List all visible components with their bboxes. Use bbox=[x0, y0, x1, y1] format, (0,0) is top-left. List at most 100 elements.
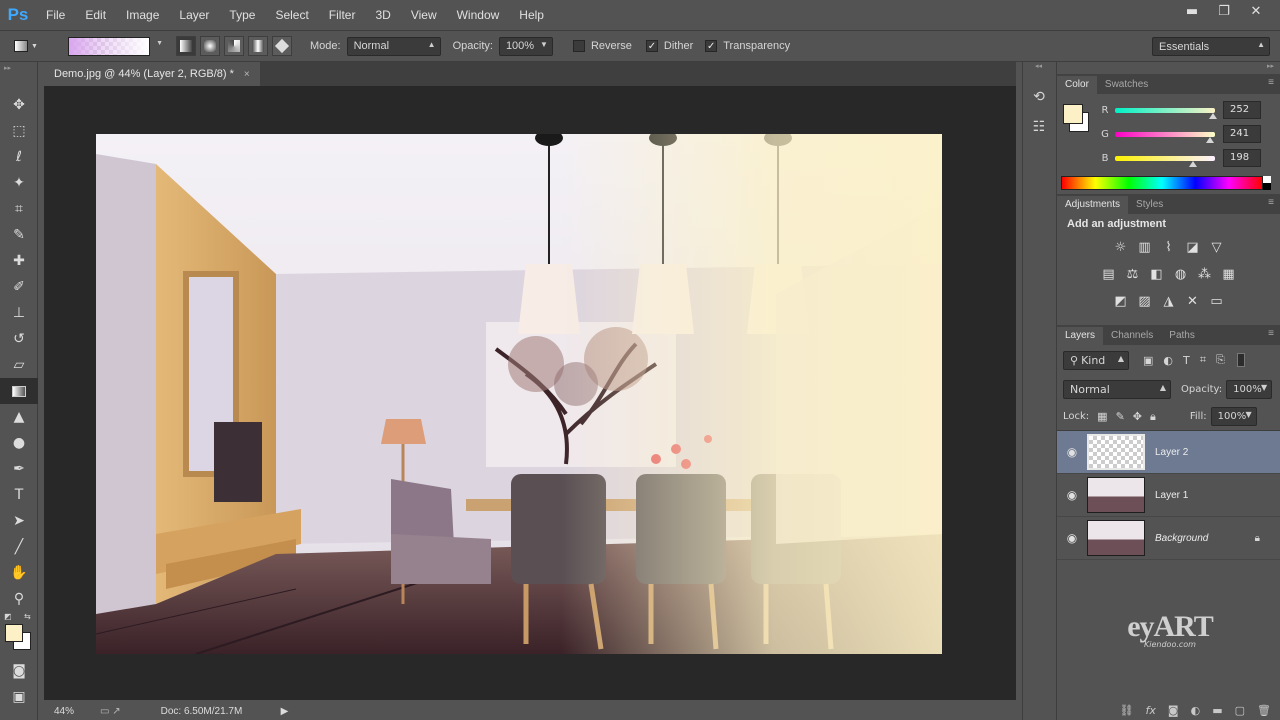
close-tab-icon[interactable]: × bbox=[244, 69, 250, 80]
invert-icon[interactable]: ◩ bbox=[1112, 293, 1130, 311]
blend-mode-dropdown[interactable]: Normal ▲ bbox=[1063, 379, 1171, 399]
tab-swatches[interactable]: Swatches bbox=[1097, 76, 1156, 94]
toolbar-collapse-icon[interactable]: ▸▸ bbox=[0, 62, 37, 92]
filter-smart-object-icon[interactable]: ⎘ bbox=[1216, 353, 1225, 367]
diamond-gradient-button[interactable] bbox=[272, 36, 292, 56]
gradient-picker[interactable]: ▼ bbox=[68, 36, 163, 56]
tab-paths[interactable]: Paths bbox=[1161, 327, 1203, 345]
red-value[interactable]: 252 bbox=[1223, 101, 1261, 119]
screen-mode-icon[interactable]: ▣ bbox=[0, 684, 38, 710]
fill-field[interactable]: 100% ▼ bbox=[1210, 407, 1257, 426]
color-lookup-icon[interactable]: ▦ bbox=[1220, 266, 1238, 284]
opacity-field[interactable]: 100% ▼ bbox=[498, 36, 553, 56]
reflected-gradient-button[interactable] bbox=[248, 36, 268, 56]
lock-all-icon[interactable]: 🔒︎ bbox=[1150, 410, 1156, 424]
type-tool-icon[interactable]: T bbox=[0, 482, 38, 508]
filter-pixel-icon[interactable]: ▣ bbox=[1143, 354, 1153, 367]
default-colors-icon[interactable]: ◩ bbox=[4, 612, 12, 621]
layer-name[interactable]: Background bbox=[1155, 533, 1208, 544]
lock-image-icon[interactable]: ✎ bbox=[1116, 410, 1125, 423]
canvas-area[interactable] bbox=[44, 86, 1016, 700]
healing-brush-tool-icon[interactable]: ✚ bbox=[0, 248, 38, 274]
tab-color[interactable]: Color bbox=[1057, 76, 1097, 94]
new-group-icon[interactable]: ▬ bbox=[1212, 704, 1222, 717]
swap-colors-icon[interactable]: ⇆ bbox=[24, 612, 31, 621]
hand-tool-icon[interactable]: ✋ bbox=[0, 560, 38, 586]
layer-row-background[interactable]: ◉ Background 🔒︎ bbox=[1057, 517, 1280, 560]
dither-checkbox[interactable]: ✓ bbox=[645, 40, 658, 52]
hue-saturation-icon[interactable]: ▤ bbox=[1100, 266, 1118, 284]
kind-filter-dropdown[interactable]: ⚲ Kind ▲ bbox=[1063, 350, 1129, 370]
visibility-eye-icon[interactable]: ◉ bbox=[1057, 488, 1087, 502]
filter-shape-icon[interactable]: ⌗ bbox=[1200, 353, 1206, 367]
blue-slider-thumb[interactable] bbox=[1189, 160, 1197, 167]
green-slider[interactable] bbox=[1115, 131, 1215, 143]
filter-type-icon[interactable]: T bbox=[1183, 354, 1190, 367]
linear-gradient-button[interactable] bbox=[176, 36, 196, 56]
menu-window[interactable]: Window bbox=[447, 0, 510, 30]
panels-collapse-icon[interactable]: ▸▸ bbox=[1057, 62, 1280, 74]
blur-tool-icon[interactable]: ▲ bbox=[0, 404, 38, 430]
pen-tool-icon[interactable]: ✒ bbox=[0, 456, 38, 482]
exposure-icon[interactable]: ◪ bbox=[1184, 239, 1202, 257]
black-white-icon[interactable]: ◧ bbox=[1148, 266, 1166, 284]
eraser-tool-icon[interactable]: ▱ bbox=[0, 352, 38, 378]
menu-layer[interactable]: Layer bbox=[169, 0, 219, 30]
add-mask-icon[interactable]: ◙ bbox=[1168, 704, 1179, 717]
new-adjustment-layer-icon[interactable]: ◐ bbox=[1191, 704, 1201, 717]
marquee-tool-icon[interactable]: ⬚ bbox=[0, 118, 38, 144]
zoom-level[interactable]: 44% bbox=[54, 706, 94, 717]
workspace-dropdown[interactable]: Essentials ▲ bbox=[1152, 37, 1270, 56]
spectrum-white-black[interactable] bbox=[1263, 176, 1271, 190]
filter-adjustment-icon[interactable]: ◐ bbox=[1163, 354, 1173, 367]
color-swatches[interactable]: ◩ ⇆ bbox=[0, 612, 37, 652]
menu-type[interactable]: Type bbox=[219, 0, 265, 30]
layer-style-fx-icon[interactable]: fx bbox=[1146, 704, 1156, 717]
panel-foreground-swatch[interactable] bbox=[1063, 104, 1083, 124]
restore-button[interactable]: ❐ bbox=[1208, 0, 1240, 22]
red-slider[interactable] bbox=[1115, 107, 1217, 119]
radial-gradient-button[interactable] bbox=[200, 36, 220, 56]
blue-slider[interactable] bbox=[1115, 155, 1215, 167]
zoom-tool-icon[interactable]: ⚲ bbox=[0, 586, 38, 612]
magic-wand-tool-icon[interactable]: ✦ bbox=[0, 170, 38, 196]
color-balance-icon[interactable]: ⚖ bbox=[1124, 266, 1142, 284]
layer-opacity-field[interactable]: 100% ▼ bbox=[1226, 379, 1273, 399]
lock-transparent-icon[interactable]: ▦ bbox=[1097, 410, 1107, 423]
brightness-contrast-icon[interactable]: ☼ bbox=[1112, 239, 1130, 257]
blue-value[interactable]: 198 bbox=[1223, 149, 1261, 167]
tab-styles[interactable]: Styles bbox=[1128, 196, 1171, 214]
menu-view[interactable]: View bbox=[401, 0, 447, 30]
tab-channels[interactable]: Channels bbox=[1103, 327, 1161, 345]
transparency-checkbox[interactable]: ✓ bbox=[705, 40, 718, 52]
menu-3d[interactable]: 3D bbox=[365, 0, 400, 30]
channel-mixer-icon[interactable]: ⁂ bbox=[1196, 266, 1214, 284]
path-selection-tool-icon[interactable]: ➤ bbox=[0, 508, 38, 534]
eyedropper-tool-icon[interactable]: ✎ bbox=[0, 222, 38, 248]
gradient-tool-preset-icon[interactable]: ▼ bbox=[8, 34, 44, 58]
color-spectrum-bar[interactable] bbox=[1061, 176, 1263, 190]
reverse-checkbox[interactable] bbox=[572, 40, 585, 52]
panel-menu-icon[interactable]: ≡ bbox=[1268, 77, 1274, 88]
vibrance-icon[interactable]: ▽ bbox=[1208, 239, 1226, 257]
properties-panel-icon[interactable]: ☷ bbox=[1023, 112, 1055, 142]
menu-select[interactable]: Select bbox=[265, 0, 318, 30]
layer-row-layer-2[interactable]: ◉ Layer 2 bbox=[1057, 431, 1280, 474]
tab-layers[interactable]: Layers bbox=[1057, 327, 1104, 345]
posterize-icon[interactable]: ▨ bbox=[1136, 293, 1154, 311]
threshold-icon[interactable]: ◮ bbox=[1160, 293, 1178, 311]
filter-toggle-icon[interactable] bbox=[1236, 353, 1245, 367]
document-image[interactable] bbox=[96, 134, 942, 654]
link-layers-icon[interactable]: ⛓ bbox=[1120, 704, 1134, 717]
tab-adjustments[interactable]: Adjustments bbox=[1057, 196, 1129, 214]
menu-filter[interactable]: Filter bbox=[319, 0, 366, 30]
document-tab[interactable]: Demo.jpg @ 44% (Layer 2, RGB/8) * × bbox=[44, 62, 260, 86]
visibility-eye-icon[interactable]: ◉ bbox=[1057, 531, 1087, 545]
panel-menu-icon[interactable]: ≡ bbox=[1268, 197, 1274, 208]
red-slider-thumb[interactable] bbox=[1209, 112, 1217, 119]
lasso-tool-icon[interactable]: ℓ bbox=[0, 144, 38, 170]
new-layer-icon[interactable]: ▢ bbox=[1235, 704, 1245, 717]
angle-gradient-button[interactable] bbox=[224, 36, 244, 56]
move-tool-icon[interactable]: ✥ bbox=[0, 92, 38, 118]
quick-mask-icon[interactable]: ◙ bbox=[0, 658, 38, 684]
